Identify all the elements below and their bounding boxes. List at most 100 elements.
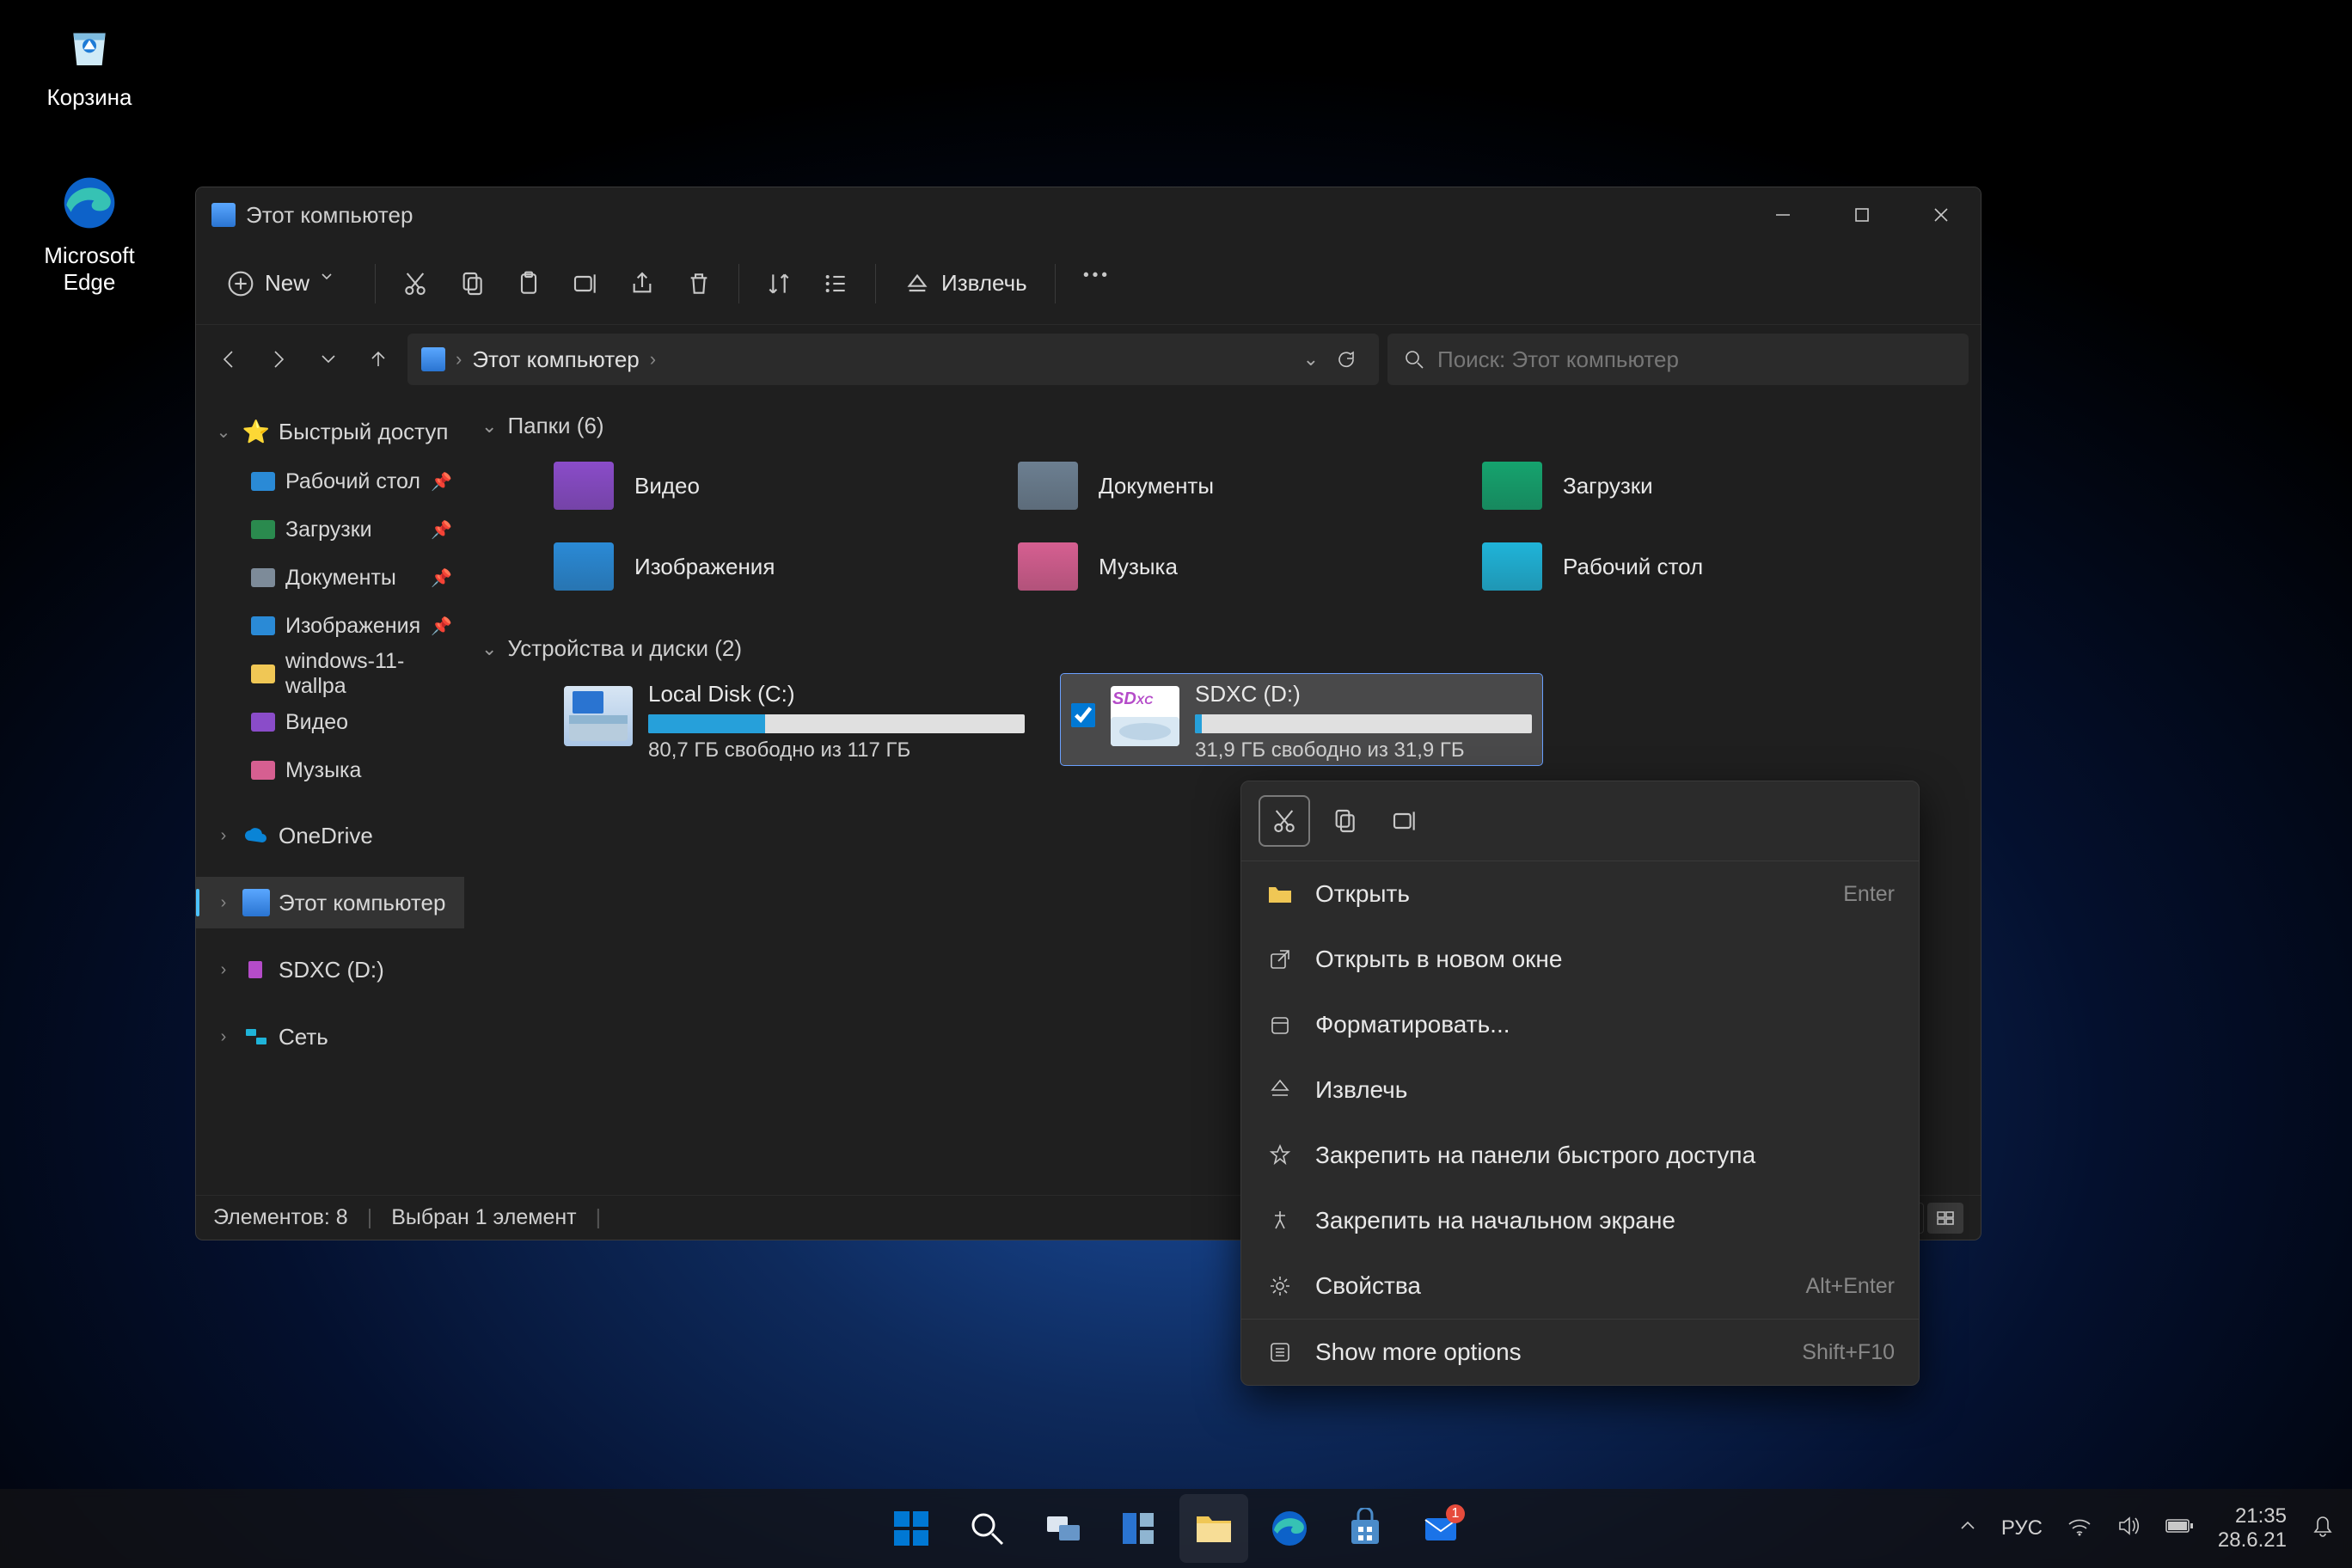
sidebar-sdxc[interactable]: › SDXC (D:) (196, 944, 464, 995)
more-button[interactable] (1069, 258, 1121, 309)
pin-icon: 📌 (431, 567, 452, 589)
mail-taskbar-button[interactable]: 1 (1406, 1494, 1475, 1563)
drive-d-checkbox[interactable] (1071, 703, 1095, 727)
ctx-pin-quick[interactable]: Закрепить на панели быстрого доступа (1241, 1123, 1919, 1188)
drives-group-header[interactable]: ⌄ Устройства и диски (2) (481, 625, 1963, 674)
downloads-folder-icon (1482, 462, 1542, 510)
folder-item[interactable]: Изображения (554, 532, 966, 601)
task-view-button[interactable] (1028, 1494, 1097, 1563)
ctx-more-options[interactable]: Show more options Shift+F10 (1241, 1320, 1919, 1385)
sidebar-item-music-icon[interactable]: Музыка (196, 746, 464, 794)
eject-button[interactable]: Извлечь (890, 258, 1041, 309)
sidebar-network[interactable]: › Сеть (196, 1011, 464, 1063)
ctx-rename-button[interactable] (1381, 797, 1429, 845)
folder-item[interactable]: Загрузки (1482, 451, 1895, 520)
explorer-taskbar-button[interactable] (1179, 1494, 1248, 1563)
ctx-pin-start[interactable]: Закрепить на начальном экране (1241, 1188, 1919, 1253)
history-button[interactable] (308, 339, 349, 380)
desktop-icon (249, 468, 277, 495)
search-box[interactable] (1387, 334, 1969, 385)
cut-button[interactable] (389, 258, 441, 309)
edge-shortcut[interactable]: Microsoft Edge (26, 172, 153, 296)
sidebar-item-folder-icon[interactable]: windows-11-wallpa (196, 650, 464, 698)
pictures-icon (249, 612, 277, 640)
chevron-down-icon[interactable]: ⌄ (481, 415, 497, 438)
address-dropdown[interactable]: ⌄ (1303, 348, 1319, 371)
sidebar-quick-access[interactable]: ⌄ ⭐ Быстрый доступ (196, 406, 464, 457)
address-bar[interactable]: › Этот компьютер › ⌄ (407, 334, 1379, 385)
folder-item[interactable]: Видео (554, 451, 966, 520)
chevron-down-icon[interactable]: ⌄ (481, 638, 497, 660)
clock[interactable]: 21:35 28.6.21 (2218, 1504, 2287, 1552)
wifi-icon[interactable] (2067, 1516, 2092, 1542)
properties-icon (1265, 1271, 1295, 1301)
sidebar-item-desktop-icon[interactable]: Рабочий стол📌 (196, 457, 464, 505)
ctx-eject[interactable]: Извлечь (1241, 1057, 1919, 1123)
drive-d-free: 31,9 ГБ свободно из 31,9 ГБ (1195, 738, 1532, 763)
widgets-button[interactable] (1104, 1494, 1173, 1563)
view-button[interactable] (810, 258, 861, 309)
tray-chevron-up[interactable] (1958, 1516, 1977, 1541)
search-button[interactable] (952, 1494, 1021, 1563)
chevron-right-icon: › (456, 348, 462, 371)
up-button[interactable] (358, 339, 399, 380)
tray-language[interactable]: РУС (2001, 1516, 2043, 1540)
music-icon (249, 756, 277, 784)
chevron-down-icon[interactable]: ⌄ (213, 421, 234, 443)
ctx-open[interactable]: Открыть Enter (1241, 861, 1919, 927)
store-taskbar-button[interactable] (1331, 1494, 1400, 1563)
ctx-open-new-window[interactable]: Открыть в новом окне (1241, 927, 1919, 992)
volume-icon[interactable] (2116, 1516, 2141, 1542)
minimize-button[interactable] (1743, 187, 1822, 242)
battery-icon[interactable] (2165, 1516, 2194, 1540)
taskbar: 1 РУС 21:35 28.6.21 (0, 1489, 2352, 1568)
copy-button[interactable] (446, 258, 498, 309)
pin-icon (1265, 1206, 1295, 1235)
sidebar-onedrive[interactable]: › OneDrive (196, 810, 464, 861)
folder-item[interactable]: Рабочий стол (1482, 532, 1895, 601)
notifications-icon[interactable] (2311, 1514, 2335, 1544)
chevron-right-icon[interactable]: › (213, 1027, 234, 1047)
search-icon (1403, 348, 1425, 371)
ctx-cut-button[interactable] (1260, 797, 1308, 845)
search-input[interactable] (1437, 346, 1953, 373)
status-item-count: Элементов: 8 (213, 1205, 348, 1230)
back-button[interactable] (208, 339, 249, 380)
sidebar-this-pc[interactable]: › Этот компьютер (196, 877, 464, 928)
folder-icon (249, 660, 277, 688)
rename-button[interactable] (560, 258, 611, 309)
new-button[interactable]: New (213, 258, 361, 309)
tiles-view-button[interactable] (1927, 1203, 1963, 1234)
chevron-right-icon[interactable]: › (213, 960, 234, 980)
sidebar-item-documents-icon[interactable]: Документы📌 (196, 554, 464, 602)
folders-group-header[interactable]: ⌄ Папки (6) (481, 402, 1963, 451)
sort-button[interactable] (753, 258, 805, 309)
ctx-format[interactable]: Форматировать... (1241, 992, 1919, 1057)
sidebar-item-downloads-icon[interactable]: Загрузки📌 (196, 505, 464, 554)
breadcrumb[interactable]: Этот компьютер (472, 346, 639, 373)
close-button[interactable] (1902, 187, 1981, 242)
ctx-properties[interactable]: Свойства Alt+Enter (1241, 1253, 1919, 1319)
forward-button[interactable] (258, 339, 299, 380)
documents-icon (249, 564, 277, 591)
folder-item[interactable]: Музыка (1018, 532, 1430, 601)
chevron-right-icon[interactable]: › (213, 893, 234, 913)
folder-item[interactable]: Документы (1018, 451, 1430, 520)
star-icon: ⭐ (242, 418, 270, 445)
refresh-button[interactable] (1329, 342, 1363, 377)
sidebar-item-video-icon[interactable]: Видео (196, 698, 464, 746)
recycle-bin-label: Корзина (26, 84, 153, 111)
maximize-button[interactable] (1822, 187, 1902, 242)
edge-taskbar-button[interactable] (1255, 1494, 1324, 1563)
sidebar-item-pictures-icon[interactable]: Изображения📌 (196, 602, 464, 650)
ctx-copy-button[interactable] (1320, 797, 1369, 845)
drive-d[interactable]: SDXC SDXC (D:) 31,9 ГБ свободно из 31,9 … (1061, 674, 1542, 765)
start-button[interactable] (877, 1494, 946, 1563)
recycle-bin[interactable]: Корзина (26, 14, 153, 111)
pictures-folder-icon (554, 542, 614, 591)
chevron-right-icon[interactable]: › (213, 826, 234, 846)
downloads-icon (249, 516, 277, 543)
drive-icon (564, 686, 633, 746)
drive-c[interactable]: Local Disk (C:) 80,7 ГБ свободно из 117 … (554, 674, 1035, 765)
titlebar[interactable]: Этот компьютер (196, 187, 1981, 242)
